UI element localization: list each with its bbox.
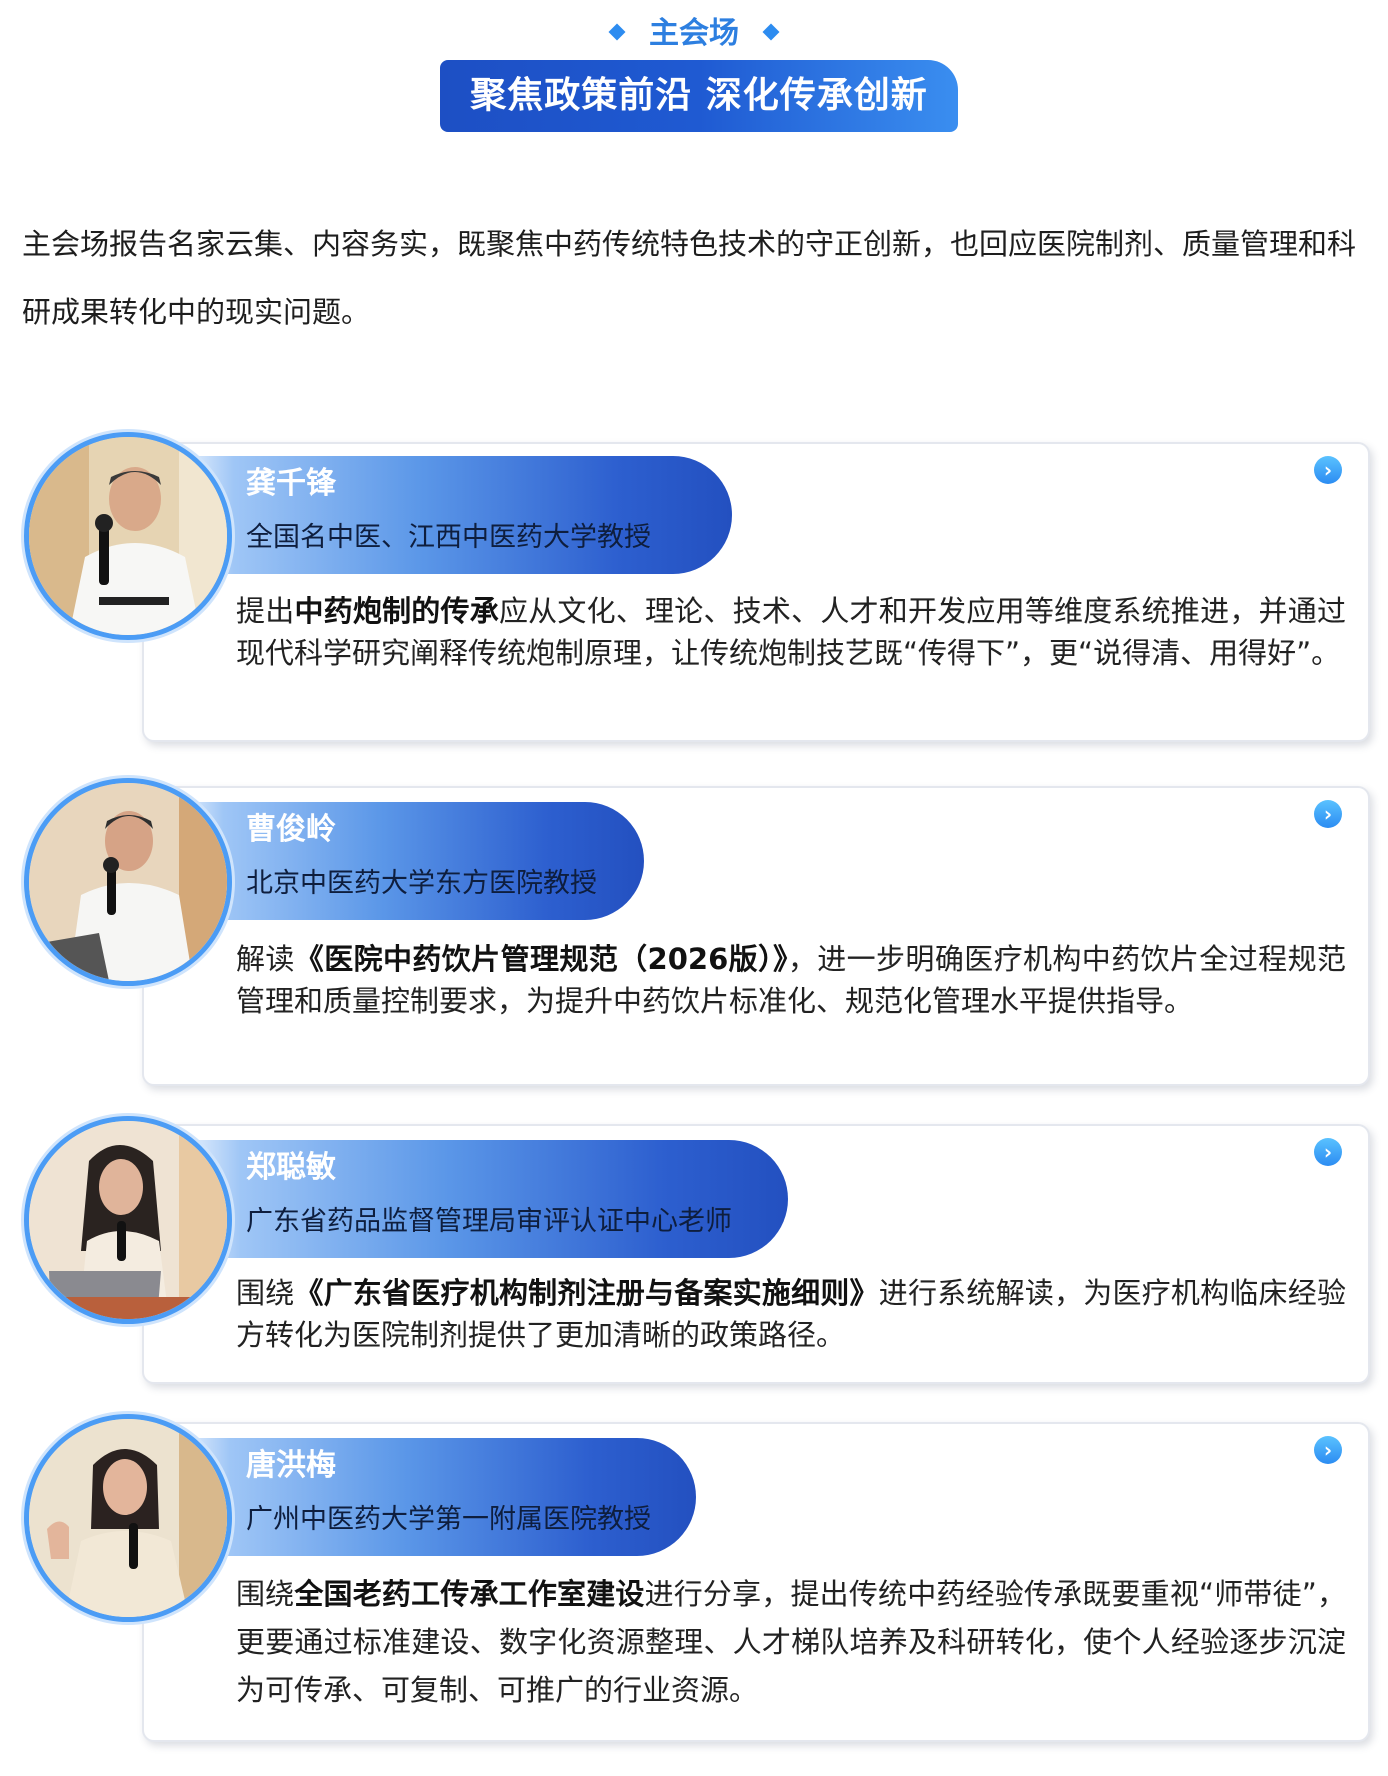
desc-highlight: 中药炮制的传承 — [294, 594, 499, 628]
avatar — [24, 432, 232, 640]
desc-prefix: 围绕 — [236, 1577, 295, 1611]
section-label: 主会场 — [0, 12, 1388, 56]
speaker-description: 围绕《广东省医疗机构制剂注册与备案实施细则》进行系统解读，为医疗机构临床经验方转… — [236, 1272, 1346, 1356]
avatar — [24, 1414, 232, 1622]
speaker-name: 曹俊岭 — [246, 812, 336, 847]
desc-prefix: 提出 — [236, 594, 295, 628]
chevron-right-circle-icon[interactable]: › — [1314, 800, 1342, 828]
desc-prefix: 解读 — [236, 942, 295, 976]
speaker-ribbon: 唐洪梅 广州中医药大学第一附属医院教授 — [166, 1438, 696, 1556]
speaker-name: 龚千锋 — [246, 466, 336, 501]
chevron-right-circle-icon[interactable]: › — [1314, 1138, 1342, 1166]
speaker-ribbon: 龚千锋 全国名中医、江西中医药大学教授 — [166, 456, 732, 574]
desc-highlight: 《医院中药饮片管理规范（2026版）》 — [294, 942, 788, 976]
diamond-icon — [608, 23, 626, 40]
speaker-role: 广东省药品监督管理局审评认证中心老师 — [246, 1206, 732, 1237]
desc-highlight: 全国老药工传承工作室建设 — [294, 1577, 645, 1611]
speaker-role: 北京中医药大学东方医院教授 — [246, 868, 597, 899]
desc-highlight: 《广东省医疗机构制剂注册与备案实施细则》 — [294, 1276, 879, 1310]
speaker-role: 广州中医药大学第一附属医院教授 — [246, 1504, 651, 1535]
section-label-text: 主会场 — [649, 16, 739, 51]
chevron-right-circle-icon[interactable]: › — [1314, 1436, 1342, 1464]
chevron-right-circle-icon[interactable]: › — [1314, 456, 1342, 484]
speaker-ribbon: 曹俊岭 北京中医药大学东方医院教授 — [166, 802, 644, 920]
diamond-icon — [762, 23, 780, 40]
speaker-description: 解读《医院中药饮片管理规范（2026版）》，进一步明确医疗机构中药饮片全过程规范… — [236, 938, 1346, 1022]
speaker-description: 围绕全国老药工传承工作室建设进行分享，提出传统中药经验传承既要重视“师带徒”，更… — [236, 1570, 1346, 1714]
speaker-description: 提出中药炮制的传承应从文化、理论、技术、人才和开发应用等维度系统推进，并通过现代… — [236, 590, 1346, 674]
avatar — [24, 1116, 232, 1324]
speaker-ribbon: 郑聪敏 广东省药品监督管理局审评认证中心老师 — [166, 1140, 788, 1258]
speaker-role: 全国名中医、江西中医药大学教授 — [246, 522, 651, 553]
title-banner: 聚焦政策前沿 深化传承创新 — [440, 60, 958, 132]
speaker-name: 郑聪敏 — [246, 1150, 336, 1185]
intro-paragraph: 主会场报告名家云集、内容务实，既聚焦中药传统特色技术的守正创新，也回应医院制剂、… — [22, 227, 1357, 329]
desc-prefix: 围绕 — [236, 1276, 295, 1310]
speaker-name: 唐洪梅 — [246, 1448, 336, 1483]
avatar — [24, 778, 232, 986]
